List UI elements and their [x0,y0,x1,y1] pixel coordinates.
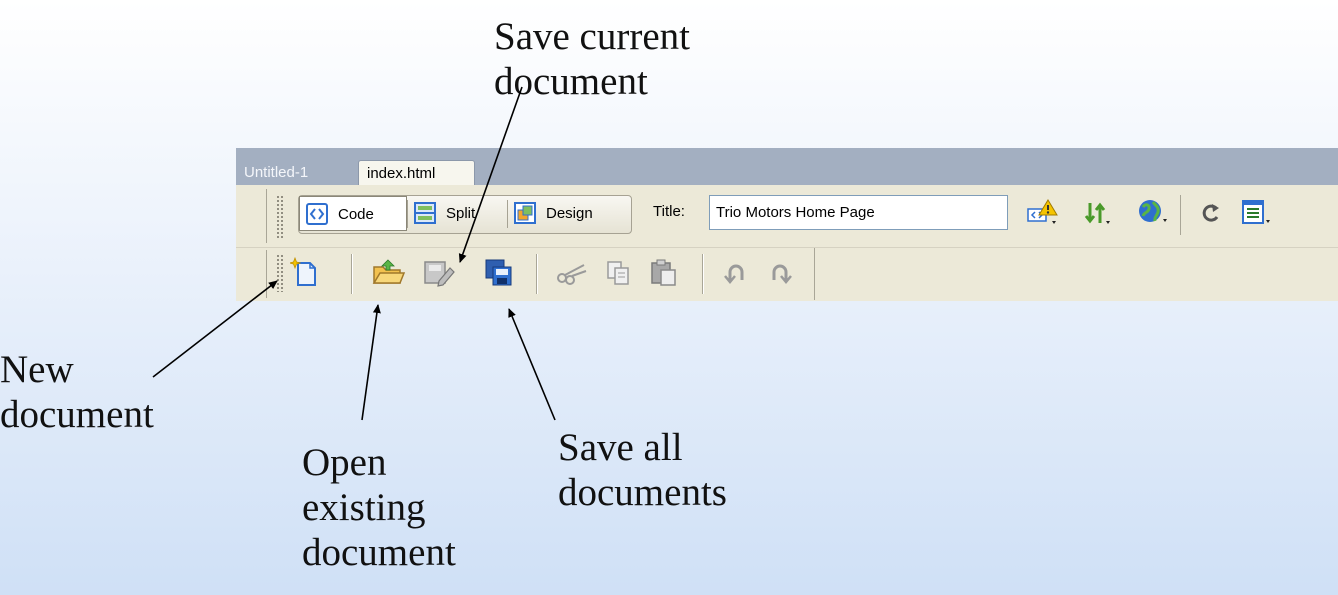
callout-save-all: Save all documents [558,426,727,514]
editor-window: Untitled-1 index.html Code Split Design … [236,148,1338,301]
design-view-button[interactable]: Design [508,196,630,231]
callout-open-existing: Open existing document [302,441,456,574]
title-label: Title: [653,203,685,220]
toolbar-divider [352,254,353,294]
refresh-icon[interactable] [1198,199,1224,227]
arrow-open-existing [361,304,381,421]
split-view-icon [414,202,436,224]
view-mode-group: Code Split Design [298,195,632,234]
validate-markup-icon[interactable] [1026,199,1060,227]
toolbar-divider [703,254,704,294]
design-view-label: Design [546,205,593,222]
copy-icon[interactable] [605,259,633,287]
code-view-button[interactable]: Code [299,196,407,231]
arrow-save-all [508,308,556,421]
document-tab-bar: Untitled-1 index.html [236,148,1338,185]
toolbar-grip[interactable] [276,195,284,239]
new-document-icon[interactable] [290,257,320,289]
callout-save-current: Save current document [494,15,690,103]
callout-new-document: New document [0,348,154,436]
toolbar-divider [1180,195,1181,235]
code-view-label: Code [338,206,374,223]
code-view-icon [306,203,328,225]
design-view-icon [514,202,536,224]
open-icon[interactable] [372,259,406,287]
toolbar-grip[interactable] [276,254,284,292]
redo-icon[interactable] [767,260,795,286]
save-all-icon[interactable] [484,258,514,288]
split-view-button[interactable]: Split [408,196,507,231]
undo-icon[interactable] [723,260,751,286]
toolbar-divider [266,250,267,298]
file-management-icon[interactable] [1082,199,1114,227]
paste-icon[interactable] [649,258,679,288]
tab-untitled-1[interactable]: Untitled-1 [236,160,316,185]
tab-index-html[interactable]: index.html [358,160,475,185]
view-options-icon[interactable] [1240,198,1274,228]
toolbar-divider [266,189,267,243]
document-toolbar: Code Split Design Title: [236,185,1338,247]
standard-toolbar [236,247,1338,301]
preview-browser-icon[interactable] [1136,197,1170,227]
save-icon[interactable] [423,259,455,287]
page-title-input[interactable] [709,195,1008,230]
split-view-label: Split [446,205,476,222]
toolbar-divider [814,248,815,300]
cut-icon[interactable] [556,259,588,287]
toolbar-divider [537,254,538,294]
